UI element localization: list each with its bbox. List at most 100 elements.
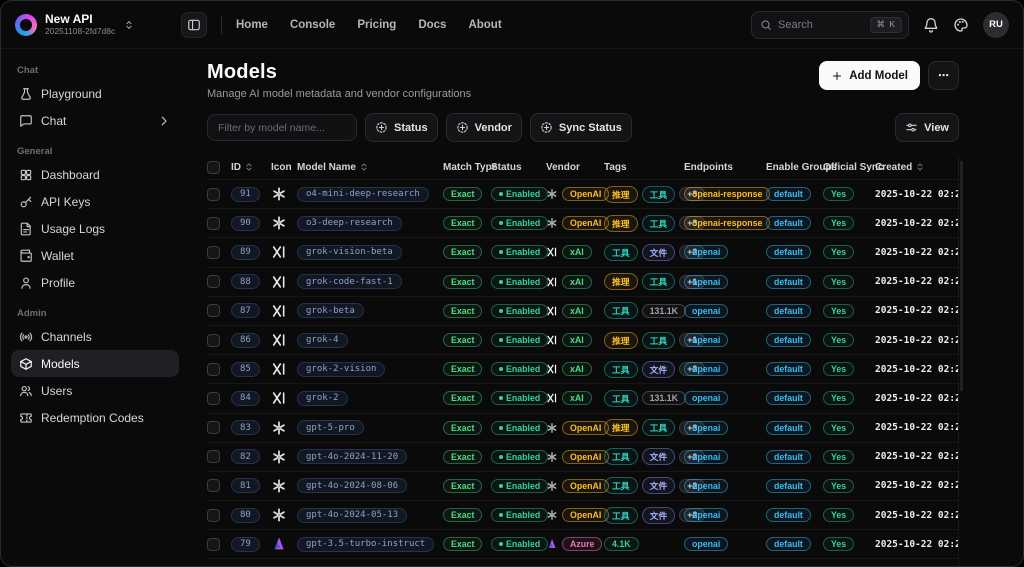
table-row[interactable]: 87grok-betaExactEnabledxAI工具131.1Kopenai… bbox=[207, 297, 958, 326]
column-header-match: Match Type bbox=[443, 162, 491, 173]
group-badge: default bbox=[766, 333, 811, 347]
table-row[interactable]: 83gpt-5-proExactEnabledOpenAI推理工具+3opena… bbox=[207, 414, 958, 443]
table-row[interactable]: 89grok-vision-betaExactEnabledxAI工具文件+2o… bbox=[207, 238, 958, 267]
filter-button-vendor[interactable]: Vendor bbox=[446, 113, 522, 142]
status-dot bbox=[499, 484, 503, 488]
nav-link-about[interactable]: About bbox=[468, 19, 501, 31]
group-badge: default bbox=[766, 391, 811, 405]
table-row[interactable]: 86grok-4ExactEnabledxAI推理工具+1openaidefau… bbox=[207, 326, 958, 355]
row-vendor-cell: xAI bbox=[546, 391, 604, 405]
table-row[interactable]: 80gpt-4o-2024-05-13ExactEnabledOpenAI工具文… bbox=[207, 501, 958, 530]
row-endpoints-cell: openai bbox=[684, 508, 766, 522]
table-row[interactable]: 88grok-code-fast-1ExactEnabledxAI推理工具+1o… bbox=[207, 268, 958, 297]
filter-button-sync-status[interactable]: Sync Status bbox=[530, 113, 632, 142]
chat-icon bbox=[19, 114, 33, 128]
tag-badge: 4.1K bbox=[604, 537, 639, 551]
status-badge: Enabled bbox=[491, 245, 548, 259]
row-checkbox[interactable] bbox=[207, 246, 220, 259]
openai-logo-icon bbox=[271, 420, 287, 436]
row-checkbox[interactable] bbox=[207, 304, 220, 317]
top-bar: New API 20251108-2fd7d8c Home Console Pric… bbox=[1, 1, 1023, 49]
sidebar-item-playground[interactable]: Playground bbox=[11, 80, 179, 107]
row-checkbox[interactable] bbox=[207, 450, 220, 463]
sort-icon[interactable] bbox=[915, 162, 925, 172]
add-model-button[interactable]: Add Model bbox=[819, 61, 920, 90]
row-name-cell: o3-deep-research bbox=[297, 216, 443, 231]
sort-icon[interactable] bbox=[244, 162, 254, 172]
sidebar-item-label: Dashboard bbox=[41, 168, 100, 182]
model-id-badge: 80 bbox=[231, 508, 260, 523]
table-row[interactable]: 91o4-mini-deep-researchExactEnabledOpenA… bbox=[207, 180, 958, 209]
view-button[interactable]: View bbox=[895, 113, 959, 142]
row-checkbox[interactable] bbox=[207, 275, 220, 288]
sidebar-item-label: Redemption Codes bbox=[41, 411, 144, 425]
sidebar-item-chat[interactable]: Chat bbox=[11, 107, 179, 134]
row-status-cell: Enabled bbox=[491, 391, 546, 405]
model-name-filter-input[interactable] bbox=[207, 114, 357, 141]
row-checkbox[interactable] bbox=[207, 217, 220, 230]
row-name-cell: grok-4 bbox=[297, 333, 443, 348]
nav-link-home[interactable]: Home bbox=[236, 19, 268, 31]
row-groups-cell: default bbox=[766, 362, 823, 376]
sidebar-item-models[interactable]: Models bbox=[11, 350, 179, 377]
group-badge: default bbox=[766, 216, 811, 230]
table-row[interactable]: 85grok-2-visionExactEnabledxAI工具文件+2open… bbox=[207, 355, 958, 384]
tag-badge: 工具 bbox=[604, 361, 638, 378]
bell-icon[interactable] bbox=[923, 17, 939, 33]
row-checkbox[interactable] bbox=[207, 479, 220, 492]
palette-icon[interactable] bbox=[953, 17, 969, 33]
row-checkbox-cell bbox=[207, 538, 231, 551]
column-header-id[interactable]: ID bbox=[231, 162, 271, 173]
sidebar-item-users[interactable]: Users bbox=[11, 377, 179, 404]
row-checkbox[interactable] bbox=[207, 509, 220, 522]
column-header-label: Icon bbox=[271, 162, 292, 173]
row-checkbox[interactable] bbox=[207, 538, 220, 551]
more-actions-button[interactable]: ⋯ bbox=[928, 61, 959, 90]
nav-link-docs[interactable]: Docs bbox=[418, 19, 446, 31]
row-checkbox[interactable] bbox=[207, 363, 220, 376]
tag-badge: 工具 bbox=[642, 419, 676, 436]
table-row[interactable]: 79gpt-3.5-turbo-instructExactEnabledAzur… bbox=[207, 530, 958, 559]
row-id-cell: 80 bbox=[231, 508, 271, 523]
row-match-cell: Exact bbox=[443, 216, 491, 230]
sidebar-item-channels[interactable]: Channels bbox=[11, 323, 179, 350]
row-sync-cell: Yes bbox=[823, 187, 875, 201]
chevron-updown-icon[interactable] bbox=[123, 19, 135, 31]
header-checkbox-cell bbox=[207, 161, 231, 174]
row-vendor-cell: xAI bbox=[546, 362, 604, 376]
avatar[interactable]: RU bbox=[983, 12, 1009, 38]
sort-icon[interactable] bbox=[359, 162, 369, 172]
brand[interactable]: New API 20251108-2fd7d8c bbox=[15, 13, 165, 37]
sidebar-item-wallet[interactable]: Wallet bbox=[11, 242, 179, 269]
row-checkbox[interactable] bbox=[207, 421, 220, 434]
row-checkbox[interactable] bbox=[207, 334, 220, 347]
table-row[interactable]: 81gpt-4o-2024-08-06ExactEnabledOpenAI工具文… bbox=[207, 472, 958, 501]
table-row[interactable]: 78gpt-3.5-turbo-1106ExactEnabledAzure16.… bbox=[207, 559, 958, 567]
scrollbar[interactable] bbox=[960, 161, 963, 391]
column-header-created[interactable]: Created bbox=[875, 162, 958, 173]
search-input[interactable]: Search ⌘ K bbox=[751, 11, 909, 39]
status-badge: Enabled bbox=[491, 216, 548, 230]
row-checkbox[interactable] bbox=[207, 188, 220, 201]
search-icon bbox=[760, 19, 772, 31]
nav-link-console[interactable]: Console bbox=[290, 19, 335, 31]
row-checkbox[interactable] bbox=[207, 392, 220, 405]
sidebar-item-dashboard[interactable]: Dashboard bbox=[11, 161, 179, 188]
select-all-checkbox[interactable] bbox=[207, 161, 220, 174]
sidebar-item-redemption-codes[interactable]: Redemption Codes bbox=[11, 404, 179, 431]
row-id-cell: 82 bbox=[231, 449, 271, 464]
table-row[interactable]: 90o3-deep-researchExactEnabledOpenAI推理工具… bbox=[207, 209, 958, 238]
sidebar-item-api-keys[interactable]: API Keys bbox=[11, 188, 179, 215]
nav-link-pricing[interactable]: Pricing bbox=[357, 19, 396, 31]
column-header-label: Vendor bbox=[546, 162, 580, 173]
vendor-badge: xAI bbox=[562, 245, 592, 259]
sidebar-item-usage-logs[interactable]: Usage Logs bbox=[11, 215, 179, 242]
sidebar-toggle-button[interactable] bbox=[181, 12, 207, 38]
tag-badge: 工具 bbox=[604, 390, 638, 407]
sidebar-item-profile[interactable]: Profile bbox=[11, 269, 179, 296]
table-row[interactable]: 84grok-2ExactEnabledxAI工具131.1Kopenaidef… bbox=[207, 384, 958, 413]
table-row[interactable]: 82gpt-4o-2024-11-20ExactEnabledOpenAI工具文… bbox=[207, 443, 958, 472]
filter-button-status[interactable]: Status bbox=[365, 113, 438, 142]
row-id-cell: 89 bbox=[231, 245, 271, 260]
column-header-name[interactable]: Model Name bbox=[297, 162, 443, 173]
